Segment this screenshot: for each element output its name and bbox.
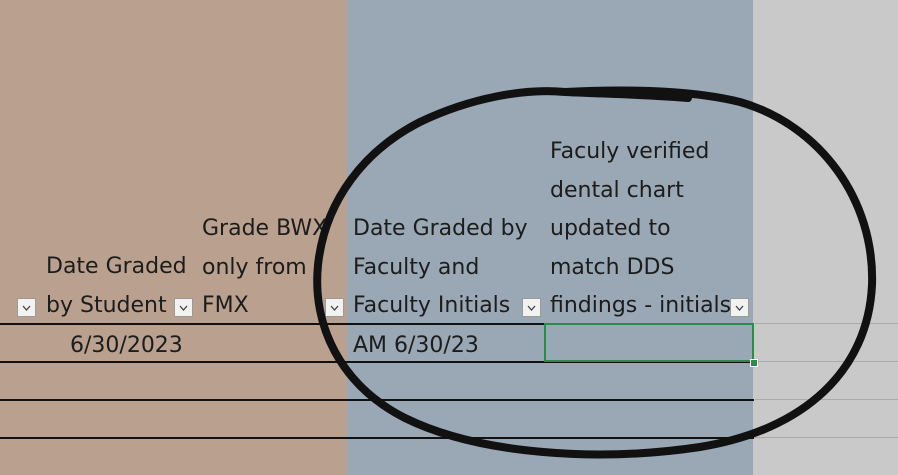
chevron-down-icon [527,305,536,311]
row-divider-gray [755,361,898,362]
filter-button-column-a[interactable] [17,298,36,317]
chevron-down-icon [735,305,744,311]
chevron-down-icon [330,305,339,311]
column-empty [753,0,898,475]
selected-cell-faculty-verified[interactable] [544,323,754,362]
filter-button-date-graded-by-student[interactable] [174,298,193,317]
row-divider [0,437,754,439]
row-divider-gray [755,399,898,400]
header-grade-bwx[interactable]: Grade BWX only from FMX [202,210,345,326]
fill-handle[interactable] [750,359,758,367]
row-divider-gray [755,323,898,324]
column-a [0,0,42,475]
filter-button-faculty-verified[interactable] [730,298,749,317]
header-date-graded-by-faculty[interactable]: Date Graded by Faculty and Faculty Initi… [353,210,543,326]
row-divider-gray [755,437,898,438]
column-date-graded-by-student[interactable] [40,0,198,475]
chevron-down-icon [179,305,188,311]
cell-date-graded-by-faculty[interactable]: AM 6/30/23 [353,333,479,358]
filter-button-date-graded-by-faculty[interactable] [522,298,541,317]
chevron-down-icon [22,305,31,311]
row-divider [0,399,754,401]
header-faculty-verified[interactable]: Faculy verified dental chart updated to … [550,133,734,326]
cell-date-graded-by-student[interactable]: 6/30/2023 [70,333,183,358]
filter-button-grade-bwx[interactable] [325,298,344,317]
